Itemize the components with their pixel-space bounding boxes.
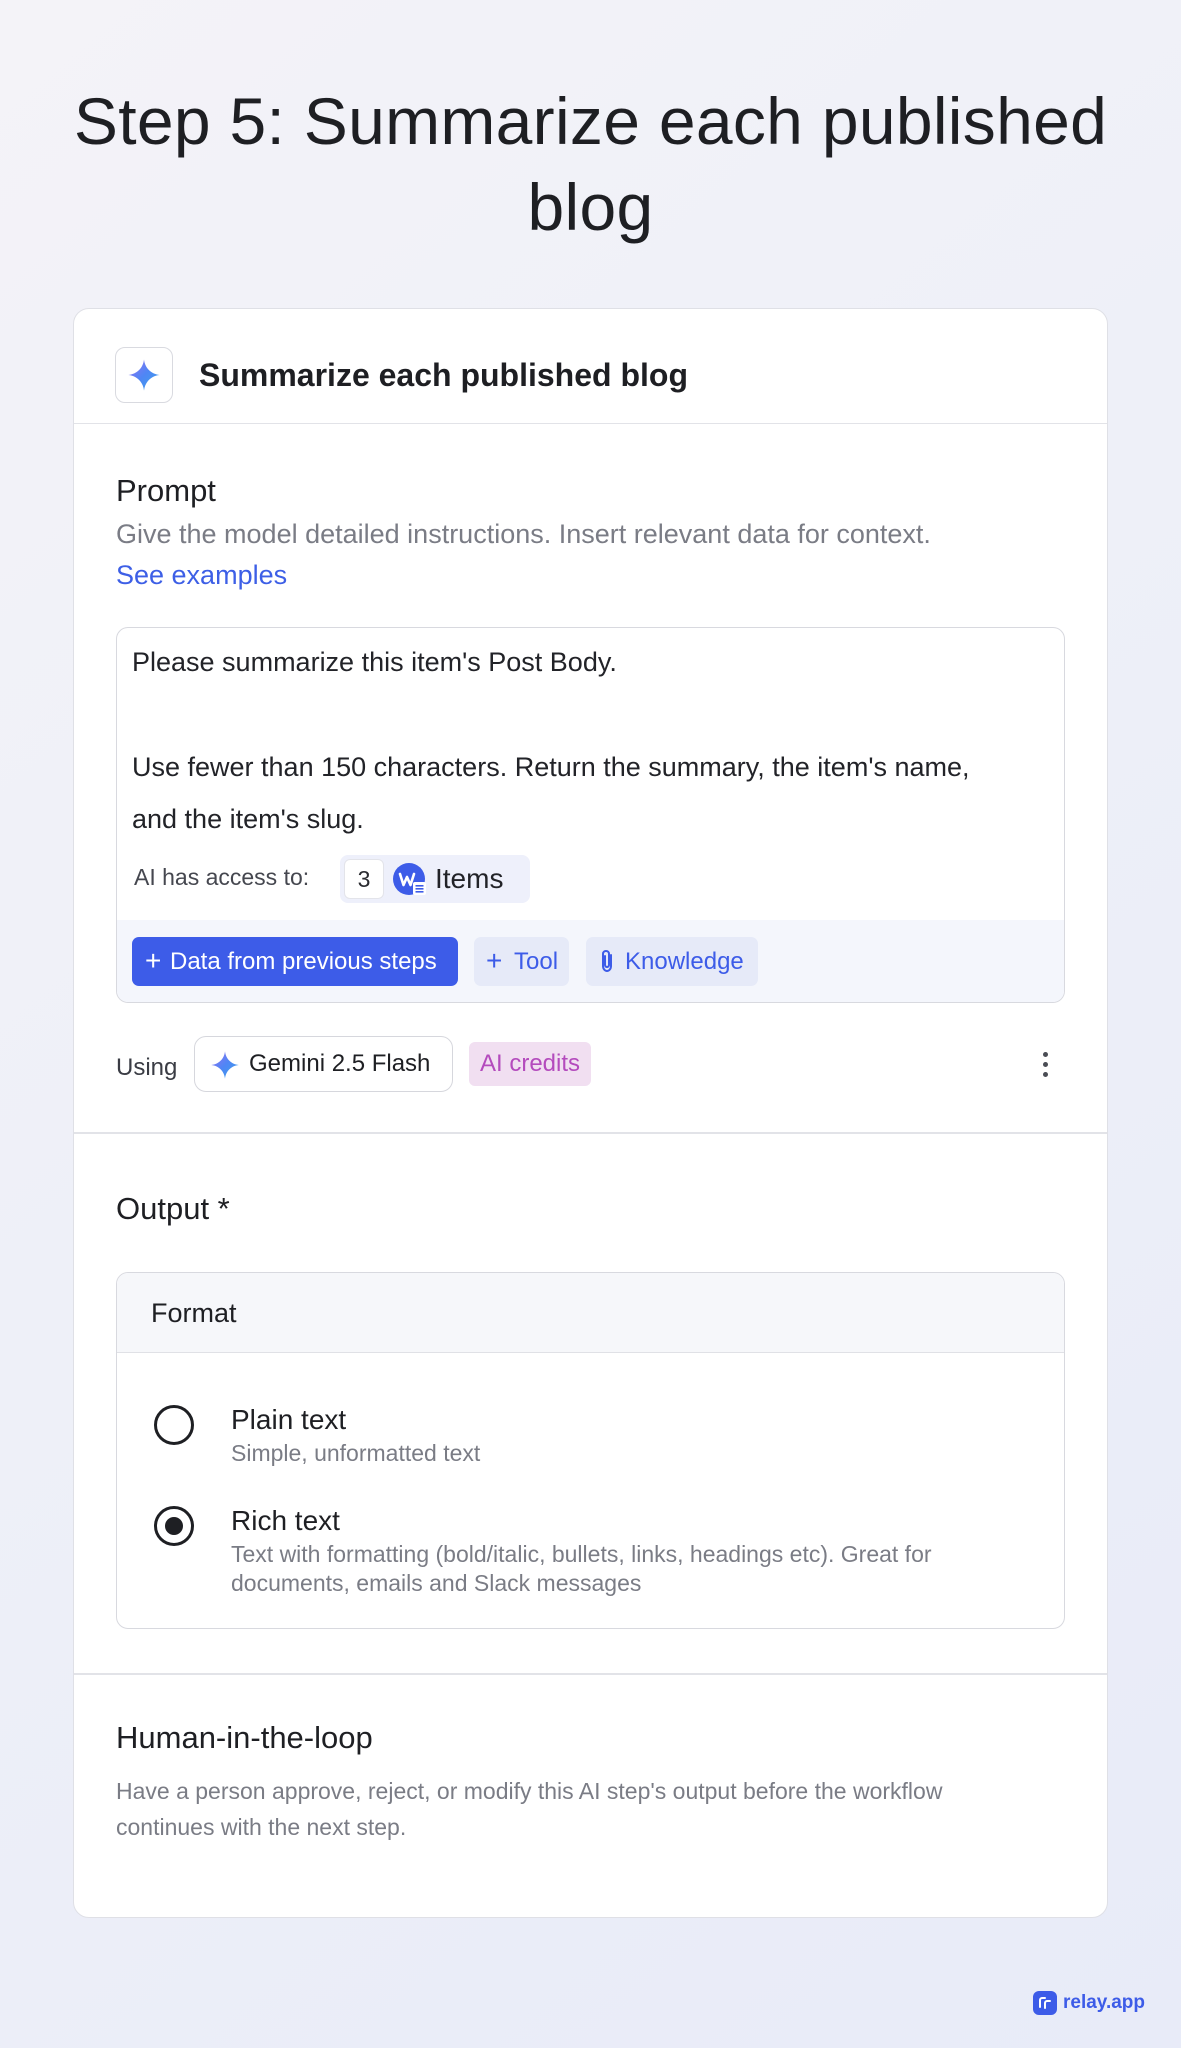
using-label: Using <box>116 1054 178 1081</box>
data-from-previous-steps-button[interactable]: + Data from previous steps <box>132 937 458 986</box>
output-label: Output * <box>116 1191 230 1226</box>
prompt-line-1: Please summarize this item's Post Body. <box>132 647 617 677</box>
section-divider <box>74 1132 1107 1134</box>
human-in-the-loop-description: Have a person approve, reject, or modify… <box>116 1778 943 1840</box>
prompt-editor[interactable]: Please summarize this item's Post Body. … <box>116 627 1065 1003</box>
step-card: Summarize each published blog Prompt Giv… <box>73 308 1108 1918</box>
relay-logo-icon <box>1033 1991 1057 2015</box>
page-title: Step 5: Summarize each published blog <box>73 84 1108 244</box>
prompt-description: Give the model detailed instructions. In… <box>116 519 931 549</box>
relay-app-logo: relay.app <box>1033 1990 1145 2016</box>
format-title: Format <box>151 1298 237 1328</box>
gemini-sparkle-icon <box>128 359 160 391</box>
format-panel: Format Plain text Simple, unformatted te… <box>116 1272 1065 1629</box>
model-select[interactable]: Gemini 2.5 Flash <box>194 1036 453 1092</box>
plus-icon: + <box>145 945 162 976</box>
step-title: Summarize each published blog <box>199 357 688 393</box>
see-examples-link[interactable]: See examples <box>116 557 287 593</box>
model-name: Gemini 2.5 Flash <box>249 1050 431 1077</box>
plain-text-option-title: Plain text <box>231 1404 347 1435</box>
knowledge-button[interactable]: Knowledge <box>586 937 758 986</box>
prompt-line-3: Use fewer than 150 characters. Return th… <box>132 752 970 782</box>
step-icon-box <box>115 347 173 403</box>
brand-name: relay.app <box>1063 1992 1146 2013</box>
tool-button-label: Tool <box>514 948 559 975</box>
section-divider <box>74 1673 1107 1675</box>
plain-text-option-description: Simple, unformatted text <box>231 1440 481 1466</box>
plus-icon: + <box>486 945 503 976</box>
rich-text-option-description: Text with formatting (bold/italic, bulle… <box>231 1541 932 1596</box>
ai-credits-badge: AI credits <box>469 1042 591 1086</box>
step-header: Summarize each published blog <box>74 309 1107 424</box>
access-items-label: Items <box>435 863 504 894</box>
prompt-line-4: and the item's slug. <box>132 804 364 834</box>
rich-text-radio[interactable] <box>154 1506 194 1546</box>
access-count: 3 <box>344 859 384 899</box>
add-tool-button[interactable]: + Tool <box>474 937 569 986</box>
prompt-toolbar: + Data from previous steps + Tool Knowle… <box>117 920 1064 1002</box>
plain-text-radio[interactable] <box>154 1405 194 1445</box>
ai-access-label: AI has access to: <box>134 864 310 890</box>
more-options-icon[interactable] <box>1036 1047 1056 1081</box>
prompt-label: Prompt <box>116 473 216 508</box>
format-header: Format <box>117 1273 1064 1353</box>
rich-text-option-title: Rich text <box>231 1505 340 1536</box>
webflow-icon <box>393 863 426 895</box>
data-button-label: Data from previous steps <box>170 948 437 975</box>
paperclip-icon <box>602 949 612 973</box>
knowledge-button-label: Knowledge <box>625 948 744 975</box>
ai-access-chip[interactable]: 3 Items <box>340 855 530 903</box>
human-in-the-loop-title: Human-in-the-loop <box>116 1720 373 1755</box>
gemini-icon <box>211 1051 239 1079</box>
